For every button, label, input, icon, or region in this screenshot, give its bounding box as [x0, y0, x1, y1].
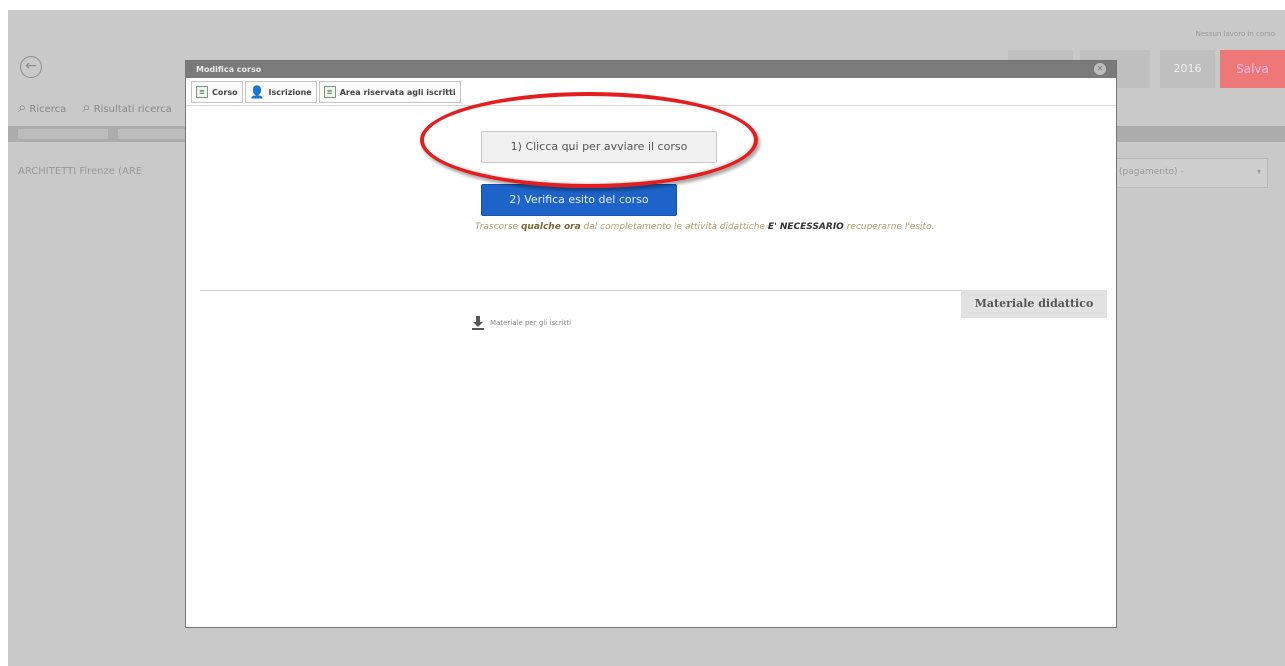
- app-row-text: ARCHITETTI Firenze (ARE: [18, 166, 143, 177]
- chevron-down-icon: ▾: [1256, 167, 1261, 176]
- modal-title: Modifica corso: [196, 65, 262, 74]
- tab-course[interactable]: ≡ Corso: [191, 81, 243, 103]
- annotation-ellipse: [420, 92, 758, 188]
- materials-link[interactable]: Materiale per gli iscritti: [472, 316, 571, 330]
- save-button[interactable]: Salva: [1220, 50, 1285, 88]
- form-icon: ≡: [196, 86, 208, 98]
- toolbar-search[interactable]: ⌕ Ricerca: [18, 98, 66, 116]
- payment-select[interactable]: (pagamento) - ▾: [1112, 158, 1268, 188]
- tab-enrollment[interactable]: 👤 Iscrizione: [244, 81, 317, 103]
- person-icon: 👤: [249, 85, 265, 99]
- app-year-button[interactable]: 2016: [1160, 50, 1215, 88]
- modal-title-bar: Modifica corso ✕: [186, 61, 1116, 78]
- download-icon: [472, 316, 484, 330]
- tab-reserved-area[interactable]: ≡ Area riservata agli iscritti: [318, 81, 461, 103]
- toolbar-search-results[interactable]: ⌕ Risultati ricerca: [82, 98, 171, 116]
- status-text: Nessun lavoro in corso: [1195, 30, 1275, 38]
- grid-header-cell: [118, 129, 188, 139]
- info-note: Trascorse qualche ora dal completamento …: [475, 222, 935, 232]
- grid-header-cell: [18, 129, 108, 139]
- magnifier-icon: ⌕: [82, 98, 91, 116]
- close-icon[interactable]: ✕: [1094, 63, 1106, 75]
- form-icon: ≡: [323, 86, 336, 98]
- app-toolbar: ⌕ Ricerca ⌕ Risultati ricerca: [18, 98, 172, 116]
- verify-course-button[interactable]: 2) Verifica esito del corso: [481, 184, 677, 216]
- section-divider: [200, 290, 962, 291]
- circle-arrow-left-icon[interactable]: ←: [20, 56, 42, 78]
- materials-title: Materiale didattico: [961, 290, 1107, 318]
- magnifier-icon: ⌕: [18, 98, 27, 116]
